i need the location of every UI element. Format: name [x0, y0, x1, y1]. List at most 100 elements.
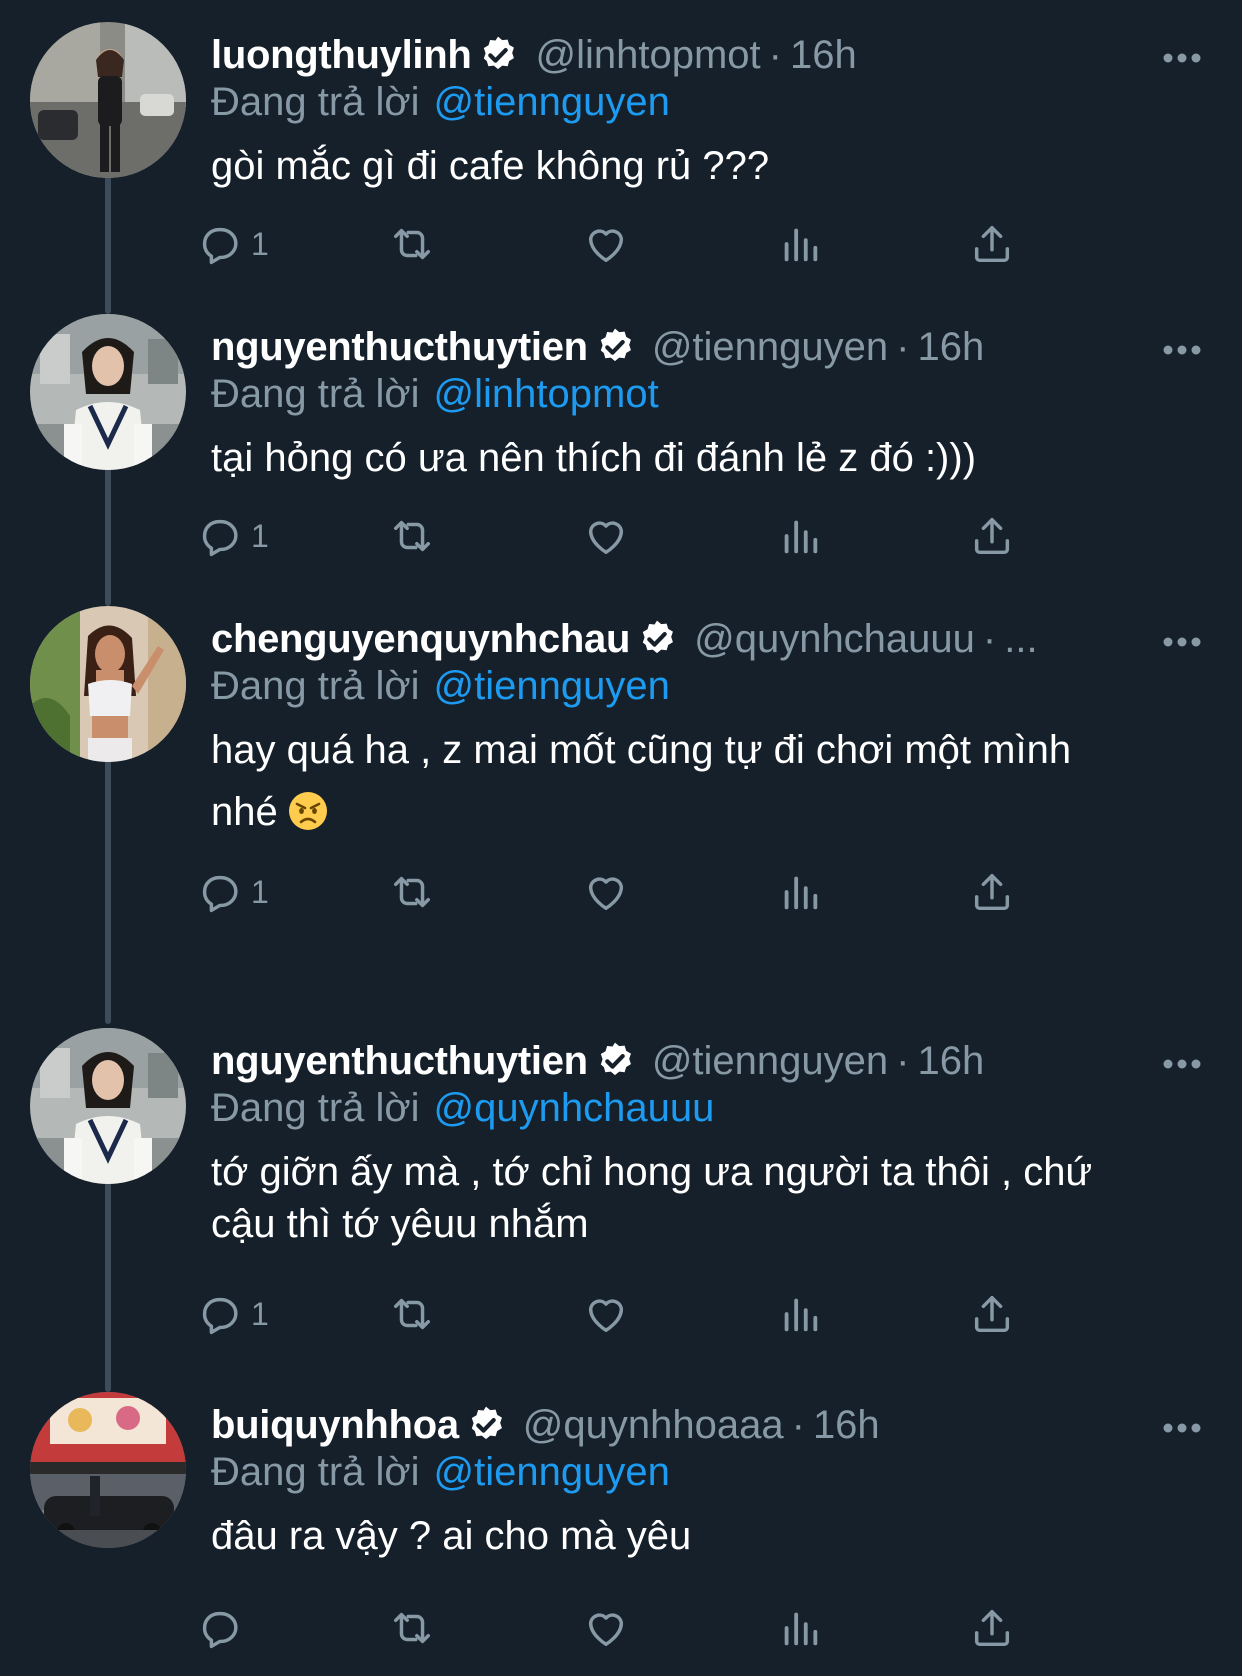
tweet-header: nguyenthucthuytien @tiennguyen · 16h: [211, 1036, 1111, 1086]
analytics-icon: [777, 869, 823, 915]
share-button[interactable]: [969, 214, 1015, 274]
reply-button[interactable]: 1: [197, 506, 269, 566]
display-name[interactable]: chenguyenquynhchau: [211, 614, 630, 664]
display-name[interactable]: buiquynhhoa: [211, 1400, 459, 1450]
retweet-icon: [389, 513, 435, 559]
analytics-icon: [777, 513, 823, 559]
timestamp[interactable]: 16h: [917, 322, 984, 372]
reply-count: 1: [251, 225, 269, 262]
avatar[interactable]: [30, 1392, 186, 1548]
tweet-text-line: nhé: [211, 786, 1191, 838]
analytics-button[interactable]: [777, 214, 823, 274]
reply-icon: [197, 513, 243, 559]
analytics-button[interactable]: [777, 862, 823, 922]
retweet-button[interactable]: [389, 214, 435, 274]
user-handle[interactable]: @quynhchauuu: [694, 614, 975, 664]
tweet-actions: 1: [202, 506, 1091, 566]
like-icon: [583, 869, 629, 915]
more-options-icon[interactable]: [1162, 1058, 1202, 1070]
more-options-icon[interactable]: [1162, 636, 1202, 648]
display-name[interactable]: nguyenthucthuytien: [211, 322, 588, 372]
reply-button[interactable]: 1: [197, 862, 269, 922]
timestamp[interactable]: 16h: [917, 1036, 984, 1086]
timestamp[interactable]: 16h: [813, 1400, 880, 1450]
analytics-button[interactable]: [777, 1284, 823, 1344]
retweet-button[interactable]: [389, 506, 435, 566]
like-button[interactable]: [583, 1284, 629, 1344]
share-icon: [969, 1291, 1015, 1337]
tweet-text-line: cậu thì tớ yêuu nhắm: [211, 1202, 589, 1246]
like-button[interactable]: [583, 506, 629, 566]
reply-icon: [197, 1291, 243, 1337]
reply-count: 1: [251, 873, 269, 910]
like-button[interactable]: [583, 1598, 629, 1658]
replying-to: Đang trả lời @tiennguyen: [211, 661, 670, 711]
verified-badge-icon: [484, 36, 515, 70]
tweet-header: buiquynhhoa @quynhhoaaa · 16h: [211, 1400, 1111, 1450]
tweet-header: chenguyenquynhchau @quynhchauuu · ...: [211, 614, 1111, 664]
reply-mention-link[interactable]: @tiennguyen: [434, 664, 670, 708]
analytics-icon: [777, 221, 823, 267]
more-options-icon[interactable]: [1162, 344, 1202, 356]
reply-mention-link[interactable]: @tiennguyen: [434, 1450, 670, 1494]
reply-mention-link[interactable]: @linhtopmot: [434, 372, 659, 416]
avatar[interactable]: [30, 314, 186, 470]
share-button[interactable]: [969, 862, 1015, 922]
tweet-actions: 1: [202, 1284, 1091, 1344]
avatar[interactable]: [30, 22, 186, 178]
like-icon: [583, 221, 629, 267]
reply-mention-link[interactable]: @quynhchauuu: [434, 1086, 715, 1130]
share-button[interactable]: [969, 1284, 1015, 1344]
user-handle[interactable]: @tiennguyen: [652, 322, 888, 372]
tweet-header: luongthuylinh @linhtopmot · 16h: [211, 30, 1111, 80]
reply-icon: [197, 1605, 243, 1651]
avatar[interactable]: [30, 1028, 186, 1184]
timestamp[interactable]: ...: [1004, 614, 1037, 664]
more-options-icon[interactable]: [1162, 52, 1202, 64]
retweet-button[interactable]: [389, 1598, 435, 1658]
analytics-button[interactable]: [777, 1598, 823, 1658]
analytics-button[interactable]: [777, 506, 823, 566]
thread-connector: [105, 752, 111, 1024]
retweet-icon: [389, 221, 435, 267]
replying-to: Đang trả lời @tiennguyen: [211, 1447, 670, 1497]
retweet-button[interactable]: [389, 1284, 435, 1344]
tweet-text-line: tại hỏng có ưa nên thích đi đánh lẻ z đó…: [211, 436, 977, 480]
user-handle[interactable]: @quynhhoaaa: [523, 1400, 784, 1450]
avatar[interactable]: [30, 606, 186, 762]
user-handle[interactable]: @tiennguyen: [652, 1036, 888, 1086]
separator: ·: [896, 1039, 910, 1083]
retweet-icon: [389, 1291, 435, 1337]
replying-to-label: Đang trả lời: [211, 1086, 420, 1130]
timestamp[interactable]: 16h: [790, 30, 857, 80]
replying-to: Đang trả lời @tiennguyen: [211, 77, 670, 127]
retweet-icon: [389, 869, 435, 915]
thread-connector: [105, 1150, 111, 1392]
reply-icon: [197, 869, 243, 915]
replying-to-label: Đang trả lời: [211, 80, 420, 124]
separator: ·: [982, 617, 997, 661]
retweet-button[interactable]: [389, 862, 435, 922]
reply-button[interactable]: [197, 1598, 243, 1658]
like-button[interactable]: [583, 214, 629, 274]
tweet-text-line: tớ giỡn ấy mà , tớ chỉ hong ưa người ta …: [211, 1150, 1093, 1194]
reply-mention-link[interactable]: @tiennguyen: [434, 80, 670, 124]
share-button[interactable]: [969, 1598, 1015, 1658]
reply-icon: [197, 221, 243, 267]
replying-to-label: Đang trả lời: [211, 372, 420, 416]
tweet-text-line: đâu ra vậy ? ai cho mà yêu: [211, 1514, 692, 1558]
replying-to-label: Đang trả lời: [211, 664, 420, 708]
user-handle[interactable]: @linhtopmot: [535, 30, 760, 80]
more-options-icon[interactable]: [1162, 1422, 1202, 1434]
tweet-text-line: gòi mắc gì đi cafe không rủ ???: [211, 144, 770, 188]
tweet-text-line-content: nhé: [211, 790, 278, 834]
display-name[interactable]: luongthuylinh: [211, 30, 472, 80]
display-name[interactable]: nguyenthucthuytien: [211, 1036, 588, 1086]
reply-button[interactable]: 1: [197, 214, 269, 274]
verified-badge-icon: [600, 328, 631, 362]
replying-to: Đang trả lời @quynhchauuu: [211, 1083, 714, 1133]
like-button[interactable]: [583, 862, 629, 922]
reply-button[interactable]: 1: [197, 1284, 269, 1344]
retweet-icon: [389, 1605, 435, 1651]
share-button[interactable]: [969, 506, 1015, 566]
